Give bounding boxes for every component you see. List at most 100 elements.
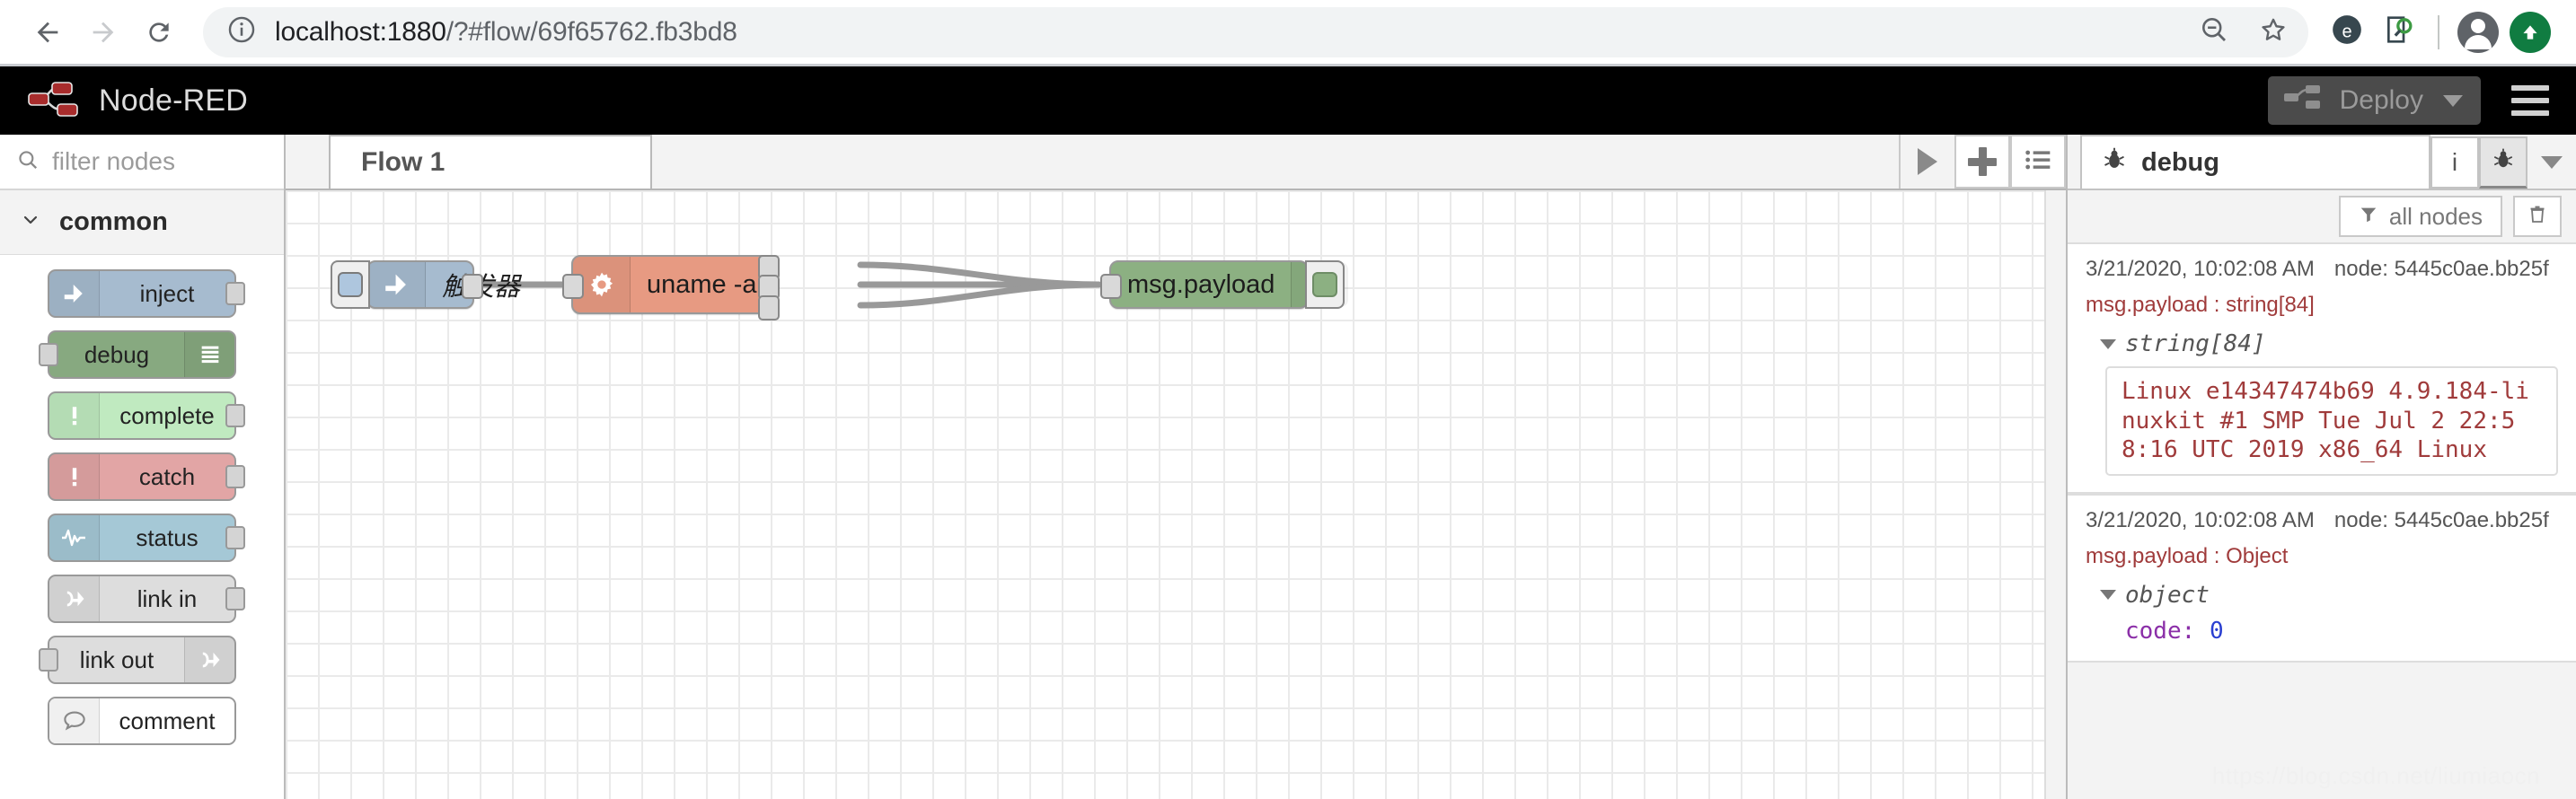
palette-node-link-in[interactable]: link in [48,575,245,623]
back-button[interactable] [20,4,75,60]
sidebar-info-button[interactable]: i [2430,136,2479,189]
page-watermark: https://blog.csdn.net/liumiaocn [2211,762,2540,789]
extension-button-2[interactable] [2373,6,2425,58]
debug-toggle-button[interactable] [1305,260,1345,309]
bug-icon [2492,147,2515,177]
debug-message-type[interactable]: object [2100,582,2558,609]
flow-node-exec[interactable]: uname -a [562,255,780,320]
output-port[interactable] [225,404,245,427]
flow-workspace: Flow 1 uname -a msg.payload [286,135,2066,799]
debug-source-node[interactable]: node: 5445c0ae.bb25f [2334,257,2549,282]
site-info-icon[interactable] [226,14,257,49]
profile-avatar-icon [2457,11,2499,53]
bookmark-button[interactable] [2247,6,2299,58]
palette-node-label: catch [138,462,196,490]
main-area: filter nodes common inject debug complet… [0,135,2576,799]
debug-message-topic: msg.payload : string[84] [2086,293,2315,317]
star-bookmark-icon [2257,13,2289,50]
expand-triangle-icon[interactable] [2100,338,2116,349]
flow-node-inject[interactable]: 触发器 [331,260,520,309]
sidebar-tab-label: debug [2141,147,2219,177]
plus-icon [1968,147,1997,176]
flow-node-label: msg.payload [1127,269,1275,299]
expand-triangle-icon[interactable] [2100,590,2116,600]
search-icon [16,148,40,176]
debug-timestamp: 3/21/2020, 10:02:08 AM [2086,507,2315,532]
update-button[interactable] [2504,6,2556,58]
bug-icon [2102,146,2127,179]
palette-node-list: inject debug complete catch status link … [0,255,284,758]
url-path: /?#flow/69f65762.fb3bd8 [446,16,737,47]
browser-toolbar: localhost:1880/?#flow/69f65762.fb3bd8 e [0,0,2576,66]
sidebar-debug-button[interactable] [2479,136,2527,189]
sidebar-tab-debug[interactable]: debug [2080,135,2430,189]
list-flows-button[interactable] [2010,135,2066,189]
palette-node-status[interactable]: status [48,514,245,562]
debug-message[interactable]: 3/21/2020, 10:02:08 AM node: 5445c0ae.bb… [2068,242,2576,494]
input-port[interactable] [39,648,58,672]
output-port[interactable] [225,587,245,610]
link-arrow-icon [184,637,234,682]
chevron-down-icon[interactable] [2443,94,2463,107]
output-port[interactable] [225,282,245,305]
flow-canvas[interactable]: 触发器 uname -a [286,190,2066,799]
palette-category-label: common [59,207,168,236]
palette-node-inject[interactable]: inject [48,269,245,318]
input-port[interactable] [1100,274,1122,299]
palette-category-common[interactable]: common [0,190,284,255]
flow-tab-flow-1[interactable]: Flow 1 [329,135,652,189]
palette-node-label: debug [84,340,150,368]
debug-message-topic: msg.payload : Object [2086,543,2289,568]
debug-source-node[interactable]: node: 5445c0ae.bb25f [2334,508,2549,533]
deploy-button[interactable]: Deploy [2267,76,2481,125]
main-menu-button[interactable] [2504,78,2556,123]
sidebar-more-button[interactable] [2527,136,2576,189]
output-port[interactable] [462,274,483,299]
extension-button-1[interactable]: e [2321,6,2373,58]
output-port[interactable] [225,465,245,488]
app-title: Node-RED [99,83,248,118]
forward-button[interactable] [75,4,131,60]
back-arrow-icon [32,17,63,48]
palette-node-debug[interactable]: debug [39,330,236,379]
debug-message-list[interactable]: 3/21/2020, 10:02:08 AM node: 5445c0ae.bb… [2068,242,2576,799]
debug-message-type[interactable]: string[84] [2100,330,2558,357]
zoom-out-button[interactable] [2188,6,2240,58]
debug-filter-label: all nodes [2388,202,2483,230]
flow-node-debug[interactable]: msg.payload [1100,260,1349,309]
palette-node-comment[interactable]: comment [48,697,236,745]
scroll-tabs-right-button[interactable] [1899,135,1954,189]
debug-filter-button[interactable]: all nodes [2338,196,2502,237]
palette-node-label: link out [79,645,154,673]
palette-node-label: link in [137,584,198,612]
debug-message[interactable]: 3/21/2020, 10:02:08 AM node: 5445c0ae.bb… [2068,493,2576,663]
clear-debug-button[interactable] [2513,196,2562,237]
input-port[interactable] [39,343,58,366]
node-red-header: Node-RED Deploy [0,66,2576,135]
profile-button[interactable] [2452,6,2504,58]
debug-message-value: Linux e14347474b69 4.9.184-linuxkit #1 S… [2105,366,2558,476]
trash-icon [2527,203,2548,231]
input-port[interactable] [562,274,584,299]
inject-button[interactable] [331,260,370,309]
reload-button[interactable] [131,4,187,60]
address-bar[interactable]: localhost:1880/?#flow/69f65762.fb3bd8 [203,6,2308,58]
output-port[interactable] [225,526,245,549]
palette-node-label: status [136,523,198,551]
list-icon [2024,147,2052,177]
palette-node-label: comment [119,707,216,734]
output-port-3[interactable] [758,295,780,320]
forward-arrow-icon [88,17,119,48]
extension-icon: e [2329,12,2365,52]
reload-icon [145,18,173,47]
canvas-scroll-gutter[interactable] [2044,190,2066,799]
filter-nodes-input[interactable]: filter nodes [52,147,175,176]
node-red-logo-icon [27,79,84,123]
palette-node-link-out[interactable]: link out [39,636,236,684]
toolbar-divider [2438,14,2439,49]
palette-node-catch[interactable]: catch [48,452,245,501]
palette-filter[interactable]: filter nodes [0,135,284,190]
speech-bubble-icon [49,698,100,743]
palette-node-complete[interactable]: complete [48,391,245,440]
add-flow-button[interactable] [1954,135,2010,189]
